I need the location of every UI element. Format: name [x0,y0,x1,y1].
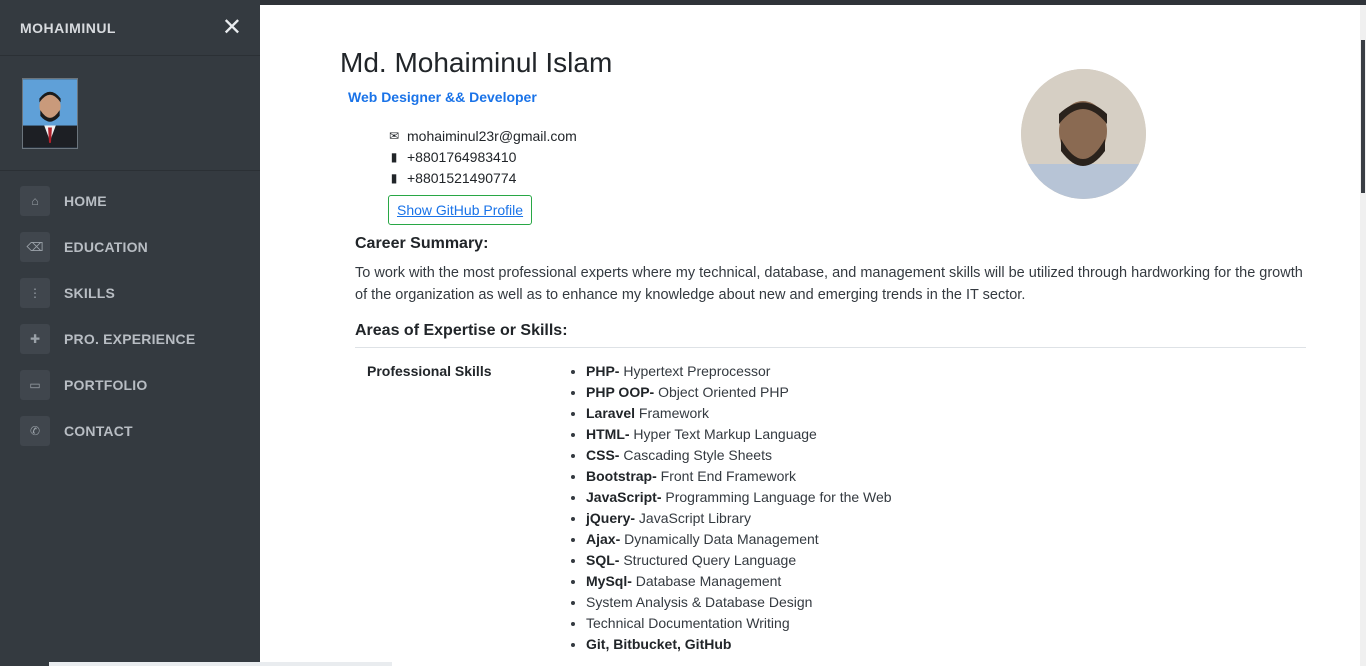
sidebar-item-portfolio[interactable]: ▭ PORTFOLIO [0,362,260,408]
github-profile-button[interactable]: Show GitHub Profile [388,195,533,225]
brand-name: MOHAIMINUL [20,19,116,36]
profile-name: Md. Mohaiminul Islam [340,47,613,78]
skills-list: PHP- Hypertext Preprocessor PHP OOP- Obj… [567,361,892,655]
list-item: jQuery- JavaScript Library [586,508,892,529]
list-item: Technical Documentation Writing [586,613,892,634]
list-item: SQL- Structured Query Language [586,550,892,571]
avatar-section [0,56,260,171]
phone-text: +8801764983410 [407,148,517,165]
career-summary-heading: Career Summary: [355,235,489,252]
phone-text: +8801521490774 [407,169,517,186]
list-item: HTML- Hyper Text Markup Language [586,424,892,445]
mail-icon: ✉ [388,128,400,143]
profile-role: Web Designer && Developer [348,89,537,105]
main-content: Md. Mohaiminul Islam Web Designer && Dev… [260,5,1360,666]
list-item: Ajax- Dynamically Data Management [586,529,892,550]
mobile-icon: ▮ [390,149,398,164]
sidebar-item-label: PORTFOLIO [64,377,148,393]
list-item: CSS- Cascading Style Sheets [586,445,892,466]
phone-row: ▮ +8801764983410 [387,146,577,167]
phone-icon: ✆ [20,416,50,446]
sidebar-item-label: CONTACT [64,423,133,439]
sidebar-item-education[interactable]: ⌫ EDUCATION [0,224,260,270]
laptop-icon: ▭ [20,370,50,400]
mobile-icon: ▮ [390,170,398,185]
skills-heading: Areas of Expertise or Skills: [355,322,568,339]
sidebar-item-skills[interactable]: ⋮ SKILLS [0,270,260,316]
profile-photo [1021,69,1146,199]
email-row: ✉ mohaiminul23r@gmail.com [387,125,577,146]
phone-row: ▮ +8801521490774 [387,167,577,188]
sidebar-nav: ⌂ HOME ⌫ EDUCATION ⋮ SKILLS ✚ PRO. EXPER… [0,178,260,454]
list-item: PHP OOP- Object Oriented PHP [586,382,892,403]
list-item: Laravel Framework [586,403,892,424]
list-item: JavaScript- Programming Language for the… [586,487,892,508]
puzzle-icon: ✚ [20,324,50,354]
home-icon: ⌂ [20,186,50,216]
sidebar-item-label: HOME [64,193,107,209]
bottom-strip [49,662,392,666]
list-item: System Analysis & Database Design [586,592,892,613]
sidebar-item-contact[interactable]: ✆ CONTACT [0,408,260,454]
vertical-dots-icon: ⋮ [20,278,50,308]
avatar [22,78,78,149]
contact-list: ✉ mohaiminul23r@gmail.com ▮ +88017649834… [387,125,577,188]
sidebar-item-home[interactable]: ⌂ HOME [0,178,260,224]
career-summary-text: To work with the most professional exper… [355,265,1303,303]
list-item: MySql- Database Management [586,571,892,592]
email-text: mohaiminul23r@gmail.com [407,127,577,144]
sidebar-item-label: PRO. EXPERIENCE [64,331,196,347]
sidebar-item-label: EDUCATION [64,239,148,255]
list-item: Bootstrap- Front End Framework [586,466,892,487]
divider [355,347,1306,348]
list-item: Git, Bitbucket, GitHub [586,634,892,655]
scrollbar-thumb[interactable] [1361,40,1365,193]
skill-category: Professional Skills [367,363,492,379]
list-item: PHP- Hypertext Preprocessor [586,361,892,382]
close-icon[interactable]: ✕ [222,15,242,40]
eraser-icon: ⌫ [20,232,50,262]
sidebar-item-pro-experience[interactable]: ✚ PRO. EXPERIENCE [0,316,260,362]
sidebar-header: MOHAIMINUL ✕ [0,0,260,56]
sidebar-item-label: SKILLS [64,285,115,301]
sidebar: MOHAIMINUL ✕ ⌂ HOME ⌫ EDUCATION ⋮ SKILLS… [0,0,260,666]
